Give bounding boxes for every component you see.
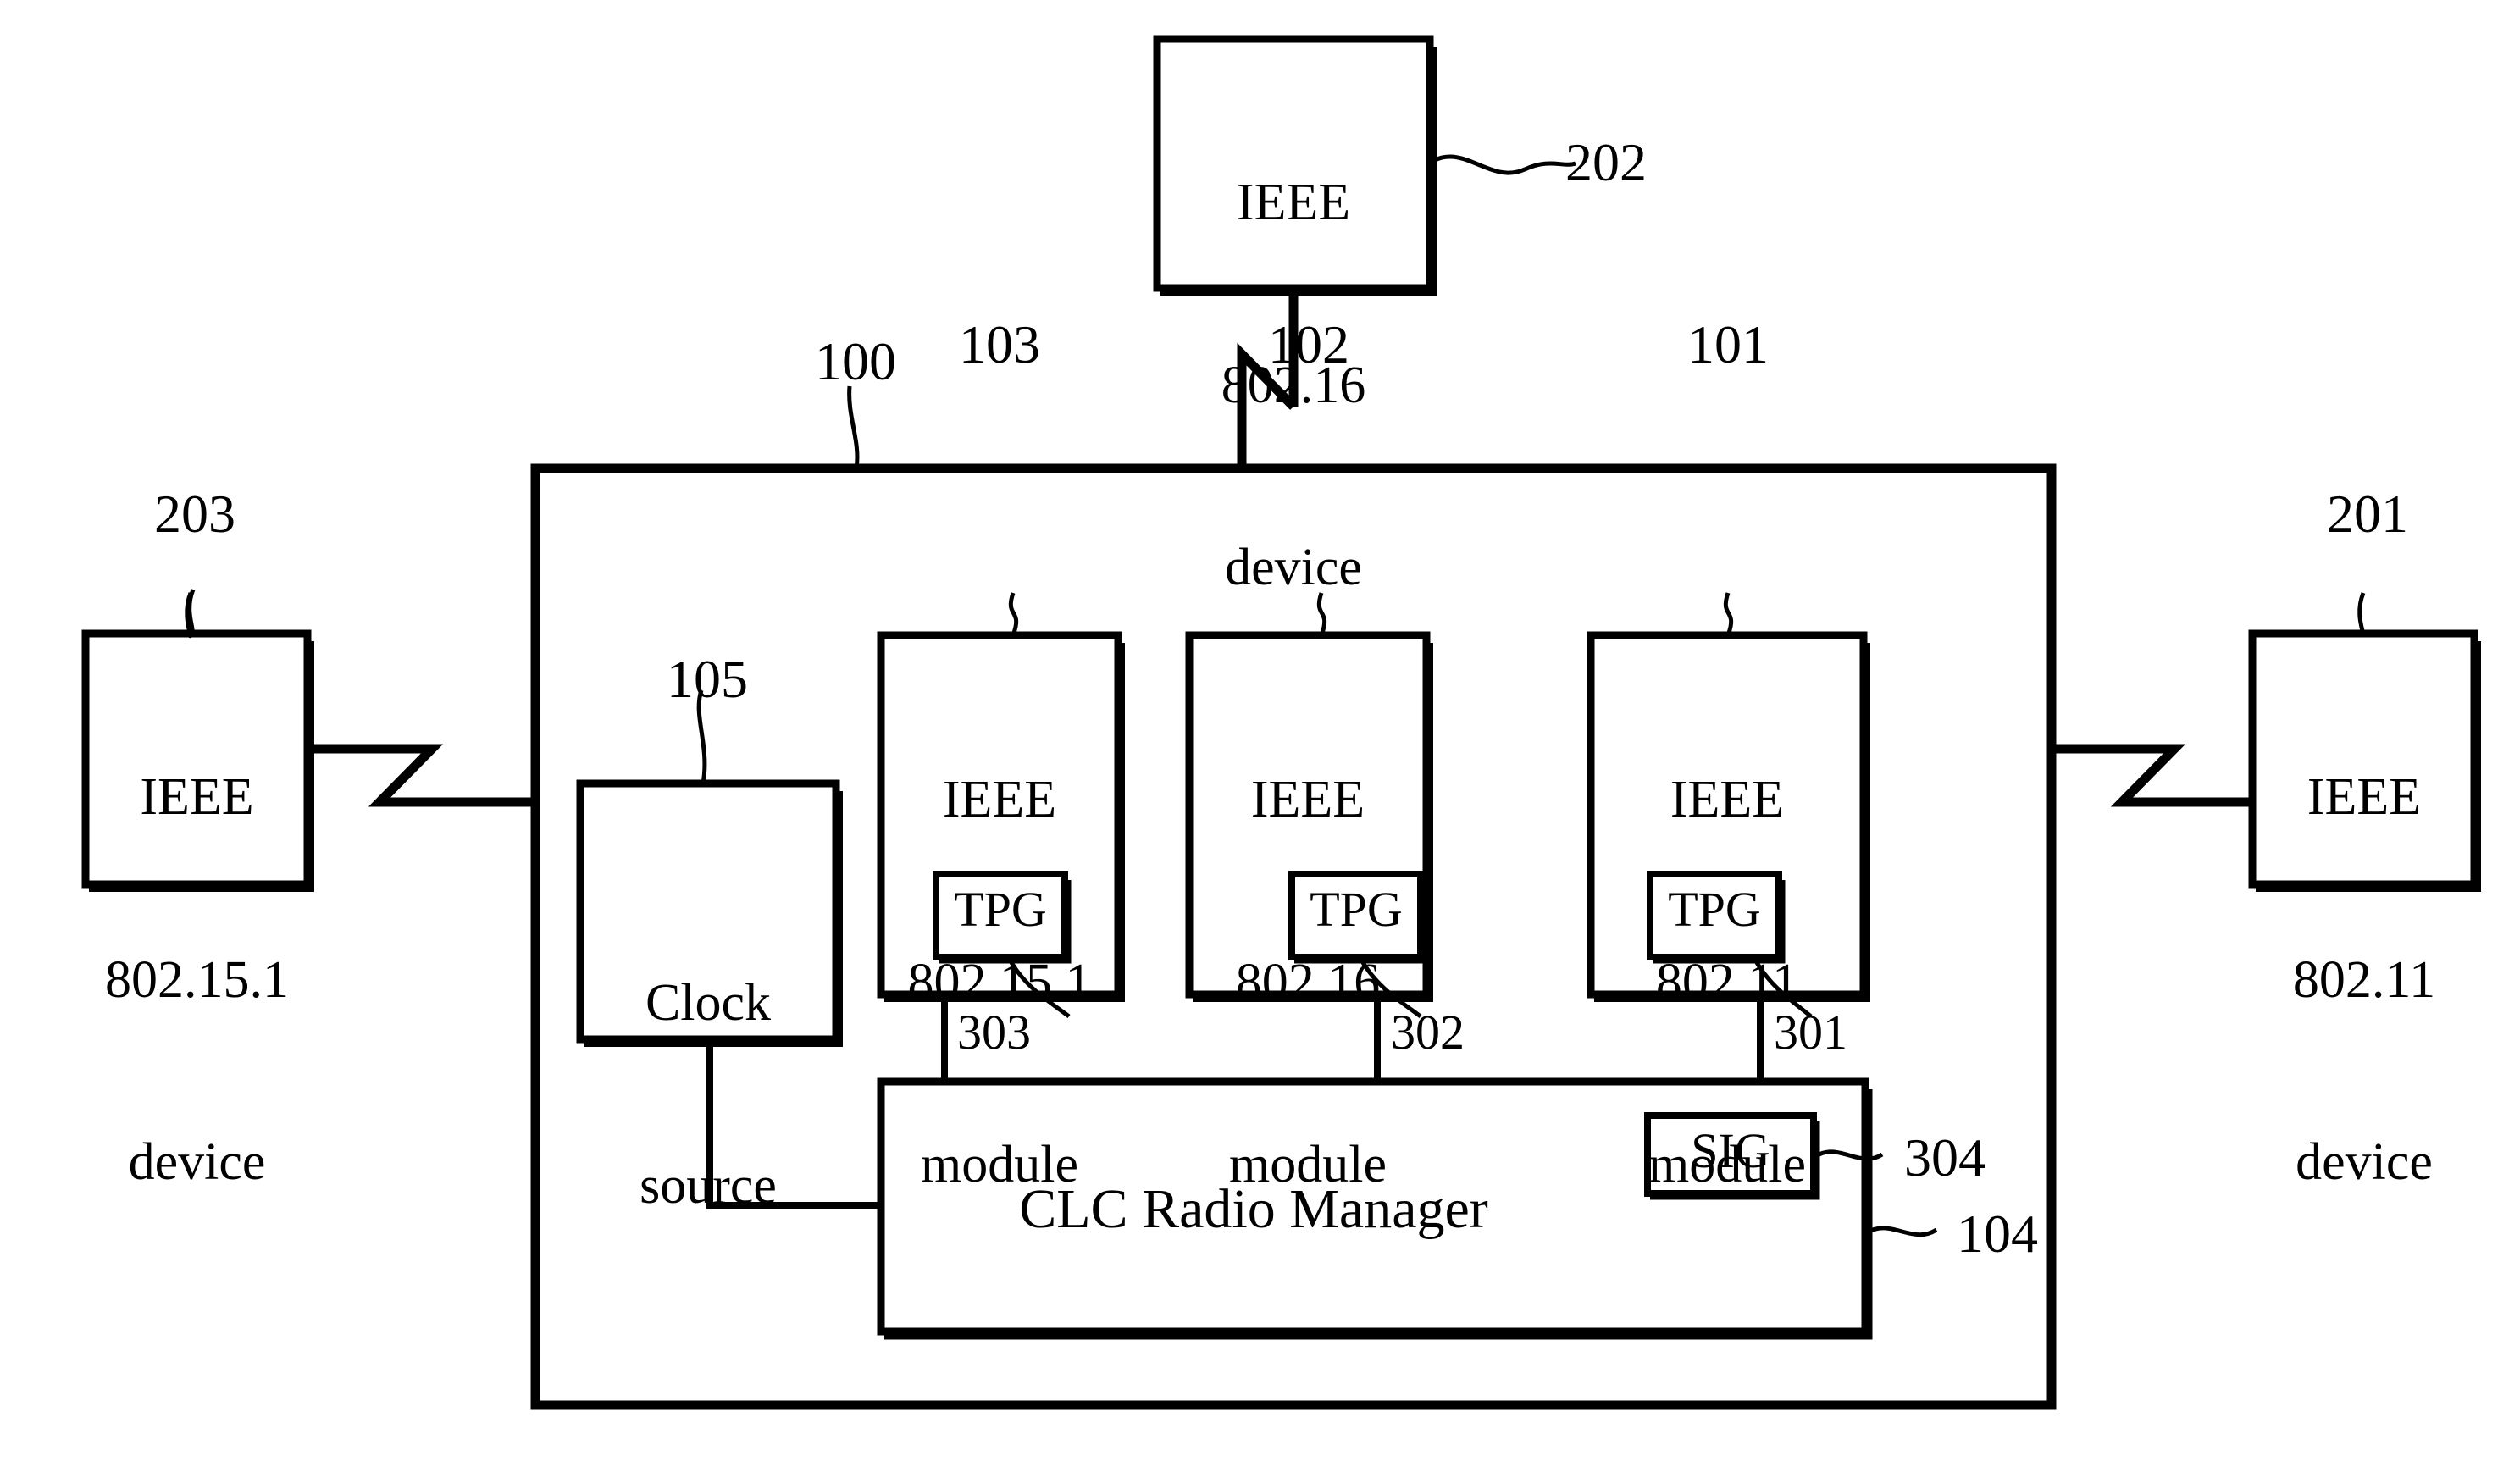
device-802-15-1-line-2: 802.15.1 (105, 950, 289, 1009)
device-802-15-1-line-1: IEEE (140, 767, 254, 826)
leader-203-b (187, 589, 196, 636)
leader-100 (847, 385, 860, 469)
sig-label: SIG (1691, 1123, 1770, 1178)
device-802-11-line-2: 802.11 (2292, 950, 2436, 1009)
device-802-15-1-line-3: device (128, 1133, 266, 1192)
clock-source-line-1: Clock (645, 973, 772, 1032)
device-802-11-line-3: device (2296, 1133, 2433, 1192)
zigzag-link-right (2052, 744, 2252, 807)
tpg-label-802-16: TPG (1310, 882, 1403, 937)
reference-304: 304 (1904, 1127, 1986, 1187)
device-box-802-15-1-label: IEEE 802.15.1 device (80, 645, 313, 1315)
device-box-802-16-label: IEEE 802.16 device (1157, 51, 1430, 721)
device-802-16-line-3: device (1225, 539, 1362, 597)
zigzag-link-left (310, 744, 535, 807)
figure-canvas: IEEE 802.16 device 202 100 IEEE 802.15.1… (0, 0, 2520, 1467)
module-802-11-line-1: IEEE (1670, 770, 1785, 828)
module-802-15-1-line-1: IEEE (942, 770, 1057, 828)
clock-source-label: Clock source (580, 851, 836, 1338)
module-802-16-line-1: IEEE (1250, 770, 1365, 828)
device-802-16-line-1: IEEE (1236, 173, 1351, 231)
leader-201 (2357, 592, 2366, 637)
reference-100: 100 (815, 331, 896, 391)
reference-104: 104 (1957, 1204, 2038, 1264)
reference-101: 101 (1687, 314, 1769, 374)
reference-103: 103 (959, 314, 1040, 374)
reference-303: 303 (957, 1005, 1031, 1060)
reference-102: 102 (1268, 314, 1349, 374)
reference-105: 105 (667, 649, 748, 709)
leader-103 (1008, 592, 1019, 636)
leader-101 (1723, 592, 1734, 636)
device-802-11-line-1: IEEE (2307, 767, 2422, 826)
device-box-802-11-label: IEEE 802.11 device (2249, 645, 2479, 1315)
reference-202: 202 (1565, 132, 1647, 192)
leader-104 (1866, 1226, 1938, 1237)
tpg-label-802-11: TPG (1668, 882, 1761, 937)
reference-301: 301 (1774, 1005, 1847, 1060)
tpg-label-802-15-1: TPG (954, 882, 1047, 937)
leader-202 (1432, 154, 1576, 175)
module-box-802-11-label: IEEE 802.11 module (1591, 648, 1864, 1318)
reference-302: 302 (1391, 1005, 1465, 1060)
clock-source-line-2: source (640, 1156, 777, 1215)
reference-203: 203 (154, 484, 235, 544)
reference-201: 201 (2327, 484, 2408, 544)
clc-radio-manager-label: CLC Radio Manager (1019, 1178, 1488, 1240)
